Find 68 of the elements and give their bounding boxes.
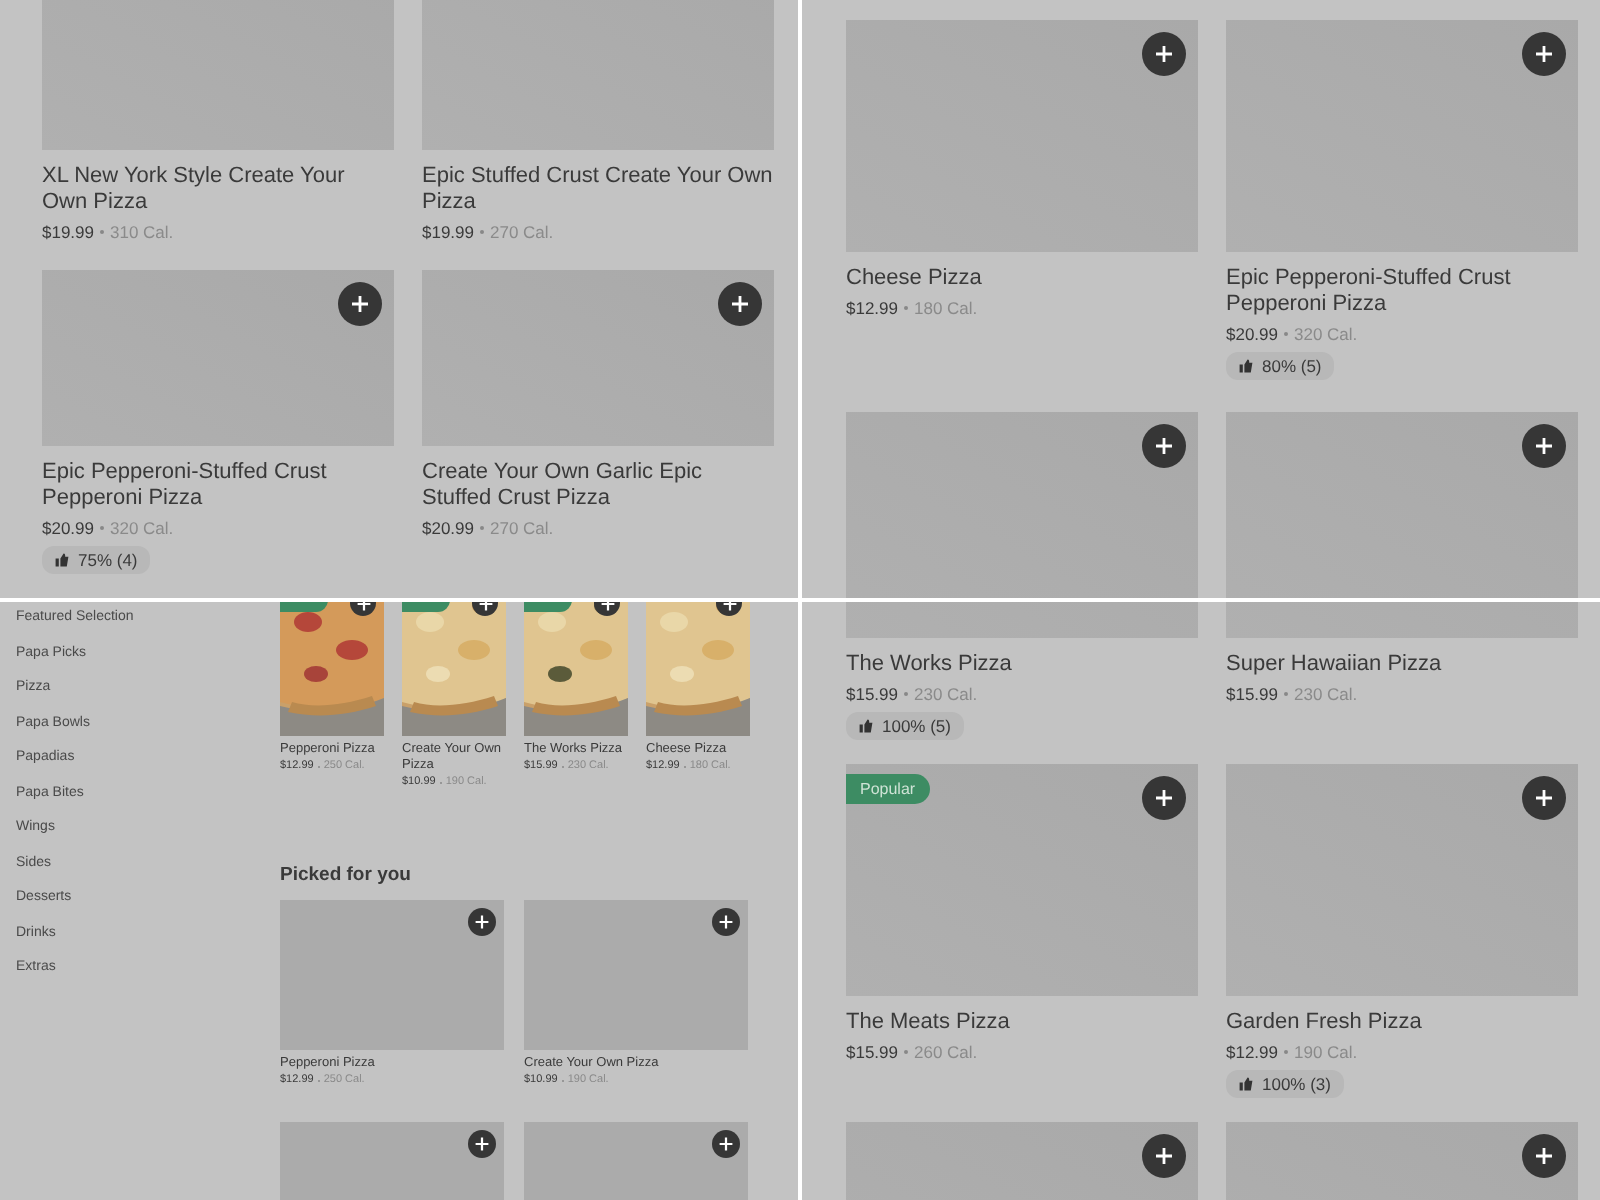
item-price: $15.99 (846, 1042, 898, 1062)
item-calories: 230 Cal. (1294, 684, 1358, 704)
add-button[interactable] (338, 282, 382, 326)
item-calories: 270 Cal. (490, 222, 554, 242)
item-calories: 320 Cal. (110, 518, 174, 538)
add-button[interactable] (712, 908, 740, 936)
add-button[interactable] (468, 1130, 496, 1158)
plus-icon (1534, 1146, 1554, 1166)
item-price: $20.99 (42, 518, 94, 538)
rating-chip: 75% (4) (42, 546, 150, 574)
item-price: $15.99 (1226, 684, 1278, 704)
item-calories: 230 Cal. (914, 684, 978, 704)
plus-icon (350, 294, 370, 314)
add-button[interactable] (1522, 32, 1566, 76)
plus-icon (474, 914, 490, 930)
rating-chip: 100% (5) (846, 712, 963, 740)
plus-icon (474, 1136, 490, 1152)
plus-icon (1154, 1146, 1174, 1166)
plus-icon (730, 294, 750, 314)
item-price: $15.99 (846, 684, 898, 704)
item-title[interactable]: Cheese Pizza (846, 266, 1198, 292)
item-calories: 260 Cal. (914, 1042, 978, 1062)
add-button[interactable] (1142, 32, 1186, 76)
item-title[interactable]: Create Your Own Garlic Epic Stuffed Crust Pizza (422, 460, 774, 512)
plus-icon (718, 914, 734, 930)
item-price: $20.99 (1226, 324, 1278, 344)
add-button[interactable] (718, 282, 762, 326)
item-calories: 320 Cal. (1294, 324, 1358, 344)
add-button[interactable] (1142, 424, 1186, 468)
add-button[interactable] (712, 1130, 740, 1158)
item-title[interactable]: Epic Stuffed Crust Create Your Own Pizza (422, 164, 774, 216)
plus-icon (1154, 436, 1174, 456)
item-calories: 310 Cal. (110, 222, 174, 242)
plus-icon (1154, 788, 1174, 808)
item-title[interactable]: XL New York Style Create Your Own Pizza (42, 164, 394, 216)
item-title[interactable]: The Meats Pizza (846, 1010, 1198, 1036)
thumbs-up-icon (54, 552, 70, 568)
add-button[interactable] (1142, 1134, 1186, 1178)
section-heading: Picked for you (280, 864, 413, 886)
add-button[interactable] (468, 908, 496, 936)
item-price: $12.99 (1226, 1042, 1278, 1062)
add-button[interactable] (1522, 1134, 1566, 1178)
item-title[interactable]: The Works Pizza (846, 652, 1198, 678)
item-price: $20.99 (422, 518, 474, 538)
add-button[interactable] (1522, 776, 1566, 820)
item-calories: 190 Cal. (1294, 1042, 1358, 1062)
item-title[interactable]: Garden Fresh Pizza (1226, 1010, 1578, 1036)
plus-icon (1534, 436, 1554, 456)
plus-icon (1534, 788, 1554, 808)
plus-icon (1154, 44, 1174, 64)
item-price: $19.99 (422, 222, 474, 242)
item-calories: 180 Cal. (914, 298, 978, 318)
popular-badge: Popular (846, 774, 930, 804)
thumbs-up-icon (858, 718, 874, 734)
item-title[interactable]: Epic Pepperoni-Stuffed Crust Pepperoni Pizza (42, 460, 394, 512)
thumbs-up-icon (1238, 1076, 1254, 1092)
thumbs-up-icon (1238, 358, 1254, 374)
item-calories: 270 Cal. (490, 518, 554, 538)
plus-icon (1534, 44, 1554, 64)
add-button[interactable] (1522, 424, 1566, 468)
rating-chip: 80% (5) (1226, 352, 1334, 380)
item-title[interactable]: Epic Pepperoni-Stuffed Crust Pepperoni Pizza (1226, 266, 1578, 318)
add-button[interactable] (1142, 776, 1186, 820)
plus-icon (718, 1136, 734, 1152)
item-price: $19.99 (42, 222, 94, 242)
item-price: $12.99 (846, 298, 898, 318)
item-title[interactable]: Super Hawaiian Pizza (1226, 652, 1578, 678)
rating-chip: 100% (3) (1226, 1070, 1343, 1098)
